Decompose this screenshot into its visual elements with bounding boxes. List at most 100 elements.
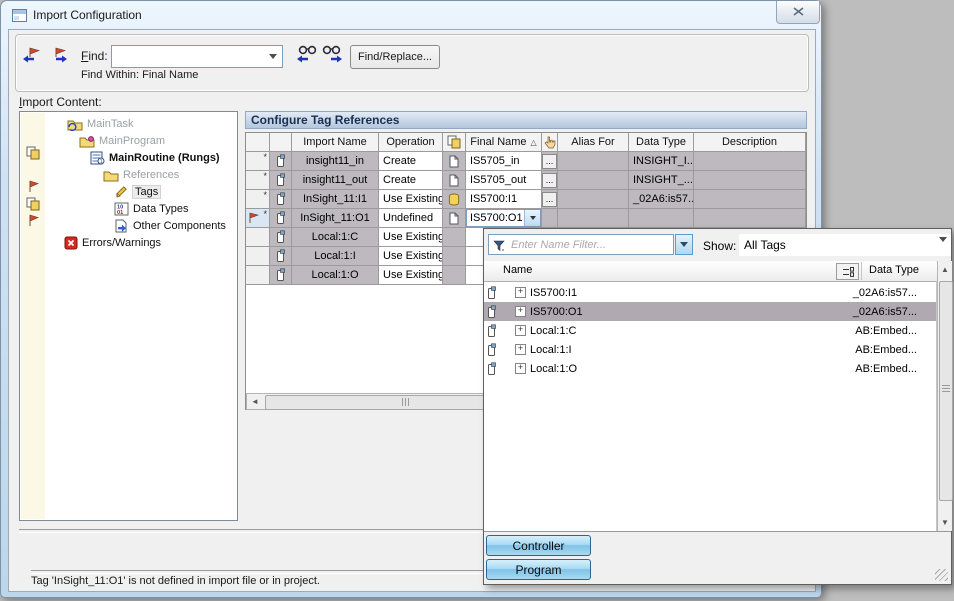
scroll-left-button[interactable]: ◄ xyxy=(247,394,263,409)
tree-item-mainroutine[interactable]: 1 MainRoutine (Rungs) xyxy=(90,150,220,166)
expand-icon[interactable]: + xyxy=(515,363,526,374)
datatype-column-header[interactable]: Data Type xyxy=(869,264,919,276)
tag-list-item[interactable]: + Local:1:I AB:Embed... xyxy=(484,340,937,359)
close-button[interactable] xyxy=(776,1,820,24)
operation-cell[interactable]: Use Existing xyxy=(379,190,443,209)
tag-icon-cell xyxy=(270,247,292,266)
grid-header-final-name[interactable]: Final Name △ xyxy=(466,133,542,152)
tree-item-tags[interactable]: Tags xyxy=(114,184,160,200)
final-name-cell[interactable]: IS5705_out xyxy=(466,171,542,190)
resize-grip[interactable] xyxy=(935,569,948,581)
title-bar[interactable]: Import Configuration xyxy=(1,1,821,29)
column-options-button[interactable] xyxy=(836,263,859,280)
final-name-cell-editing[interactable]: IS5700:O1 xyxy=(466,209,542,228)
tag-list-item[interactable]: + IS5700:I1 _02A6:is57... xyxy=(484,283,937,302)
previous-flag-button[interactable] xyxy=(20,44,44,66)
alias-for-cell[interactable] xyxy=(558,171,629,190)
name-filter-input[interactable] xyxy=(509,237,671,252)
final-name-dropdown-button[interactable] xyxy=(524,210,540,226)
operation-cell[interactable]: Create xyxy=(379,152,443,171)
final-name-cell[interactable]: IS5700:I1 xyxy=(466,190,542,209)
row-selector[interactable]: * xyxy=(246,171,270,190)
grid-header-source-icon[interactable] xyxy=(443,133,466,152)
tag-icon xyxy=(276,230,286,244)
alias-for-cell[interactable] xyxy=(558,209,629,228)
tree-item-errors-warnings[interactable]: Errors/Warnings xyxy=(64,235,161,251)
operation-cell[interactable]: Use Existing xyxy=(379,266,443,285)
grid-header-alias-for[interactable]: Alias For xyxy=(558,133,629,152)
tag-list-item[interactable]: + Local:1:C AB:Embed... xyxy=(484,321,937,340)
final-name-cell[interactable]: IS5705_in xyxy=(466,152,542,171)
row-selector[interactable] xyxy=(246,266,270,285)
data-type-cell[interactable] xyxy=(629,209,694,228)
scroll-down-button[interactable]: ▼ xyxy=(938,515,952,530)
operation-cell[interactable]: Undefined xyxy=(379,209,443,228)
expand-icon[interactable]: + xyxy=(515,287,526,298)
browse-button[interactable]: ... xyxy=(542,192,557,207)
description-cell[interactable] xyxy=(694,171,806,190)
data-type-cell[interactable]: INSIGHT_... xyxy=(629,171,694,190)
import-name-cell[interactable]: Local:1:I xyxy=(292,247,379,266)
import-name-cell[interactable]: Local:1:C xyxy=(292,228,379,247)
browse-button[interactable]: ... xyxy=(542,154,557,169)
row-selector-current[interactable]: * xyxy=(246,209,270,228)
row-selector[interactable]: * xyxy=(246,152,270,171)
description-cell[interactable] xyxy=(694,190,806,209)
expand-icon[interactable]: + xyxy=(515,344,526,355)
alias-for-cell[interactable] xyxy=(558,190,629,209)
program-button[interactable]: Program xyxy=(486,559,591,580)
tree-item-other-components[interactable]: Other Components xyxy=(114,218,226,234)
other-components-icon xyxy=(114,219,129,233)
import-name-cell[interactable]: InSight_11:I1 xyxy=(292,190,379,209)
row-selector[interactable] xyxy=(246,247,270,266)
alias-for-cell[interactable] xyxy=(558,152,629,171)
row-selector[interactable] xyxy=(246,228,270,247)
tree-item-maintask[interactable]: MainTask xyxy=(66,116,133,132)
find-dropdown-button[interactable] xyxy=(266,46,280,67)
filter-dropdown-button[interactable] xyxy=(675,234,693,255)
expand-icon[interactable]: + xyxy=(515,306,526,317)
find-input[interactable] xyxy=(114,47,264,66)
description-cell[interactable] xyxy=(694,152,806,171)
tag-list-item-selected[interactable]: + IS5700:O1 _02A6:is57... xyxy=(484,302,937,321)
next-flag-button[interactable] xyxy=(46,44,70,66)
row-selector[interactable]: * xyxy=(246,190,270,209)
grid-header-data-type[interactable]: Data Type xyxy=(629,133,694,152)
import-name-cell[interactable]: InSight_11:O1 xyxy=(292,209,379,228)
find-previous-button[interactable] xyxy=(294,43,318,65)
expand-icon[interactable]: + xyxy=(515,325,526,336)
find-next-button[interactable] xyxy=(321,43,345,65)
final-name-combobox[interactable]: IS5700:O1 xyxy=(466,209,541,227)
tag-list-item[interactable]: + Local:1:O AB:Embed... xyxy=(484,359,937,378)
tree-item-mainprogram[interactable]: MainProgram xyxy=(78,133,165,149)
description-cell[interactable] xyxy=(694,209,806,228)
scrollbar-thumb[interactable] xyxy=(939,281,953,501)
tree-item-data-types[interactable]: 10 01 Data Types xyxy=(114,201,188,217)
controller-button[interactable]: Controller xyxy=(486,535,591,556)
grid-header-description[interactable]: Description xyxy=(694,133,806,152)
find-replace-button[interactable]: Find/Replace... xyxy=(350,45,440,69)
tag-icon xyxy=(487,305,497,319)
operation-cell[interactable]: Create xyxy=(379,171,443,190)
data-type-cell[interactable]: _02A6:is57... xyxy=(629,190,694,209)
import-name-cell[interactable]: insight11_out xyxy=(292,171,379,190)
scroll-up-button[interactable]: ▲ xyxy=(938,262,952,277)
name-filter-field[interactable] xyxy=(488,234,674,255)
browse-button[interactable]: ... xyxy=(542,173,557,188)
data-type-cell[interactable]: INSIGHT_I... xyxy=(629,152,694,171)
column-divider[interactable] xyxy=(861,262,862,280)
show-dropdown-button[interactable] xyxy=(939,242,947,256)
tag-list-scrollbar[interactable]: ▲ ▼ xyxy=(937,261,952,531)
pencil-icon xyxy=(114,185,129,199)
name-column-header[interactable]: Name xyxy=(503,264,532,276)
import-name-cell[interactable]: insight11_in xyxy=(292,152,379,171)
tree-item-references[interactable]: References xyxy=(102,167,179,183)
find-combobox[interactable] xyxy=(111,45,283,68)
operation-cell[interactable]: Use Existing xyxy=(379,228,443,247)
grid-header-operation[interactable]: Operation xyxy=(379,133,443,152)
grid-header-import-name[interactable]: Import Name xyxy=(292,133,379,152)
show-combobox[interactable]: All Tags xyxy=(739,234,951,256)
operation-cell[interactable]: Use Existing xyxy=(379,247,443,266)
grid-header-browse[interactable] xyxy=(542,133,558,152)
import-name-cell[interactable]: Local:1:O xyxy=(292,266,379,285)
